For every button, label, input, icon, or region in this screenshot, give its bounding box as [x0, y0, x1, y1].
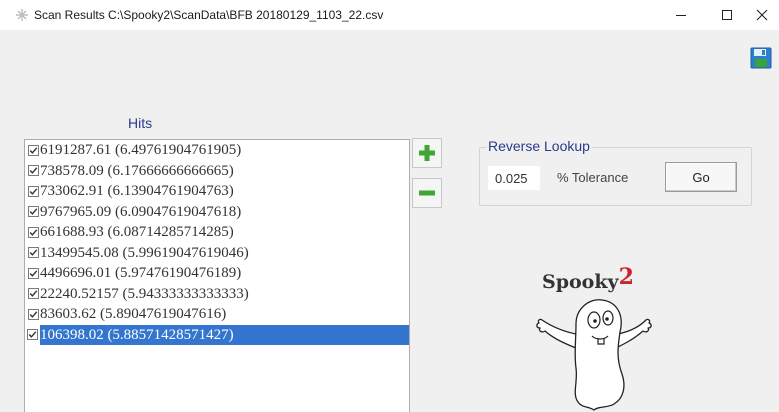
minimize-button[interactable] [658, 0, 704, 30]
hit-row[interactable]: 6191287.61 (6.49761904761905) [25, 140, 409, 161]
title-bar: Scan Results C:\Spooky2\ScanData\BFB 201… [0, 0, 779, 30]
hit-row[interactable]: 9767965.09 (6.09047619047618) [25, 202, 409, 223]
close-button[interactable] [744, 0, 779, 30]
hits-list[interactable]: 6191287.61 (6.49761904761905) 738578.09 (… [24, 139, 410, 412]
checkmark-icon [27, 267, 39, 279]
tolerance-input[interactable] [488, 166, 540, 190]
hit-checkbox[interactable] [27, 246, 39, 259]
logo-number: 2 [618, 264, 634, 290]
maximize-icon [722, 10, 732, 20]
hit-text: 22240.52157 (5.94333333333333) [40, 285, 249, 302]
hit-checkbox[interactable] [27, 205, 39, 218]
checkmark-icon [27, 206, 39, 218]
hit-checkbox[interactable] [27, 226, 39, 239]
hit-checkbox[interactable] [27, 328, 39, 341]
hit-checkbox[interactable] [27, 144, 39, 157]
hit-text: 738578.09 (6.17666666666665) [40, 162, 234, 179]
hit-text: 83603.62 (5.89047619047616) [40, 306, 227, 322]
hit-text: 661688.93 (6.08714285714285) [40, 224, 234, 240]
save-button[interactable] [749, 46, 773, 70]
checkmark-icon [27, 226, 39, 238]
checkmark-icon [27, 185, 39, 197]
tolerance-label: % Tolerance [557, 170, 629, 185]
checkmark-icon [27, 329, 39, 341]
hit-text: 13499545.08 (5.99619047619046) [40, 244, 249, 261]
plus-icon [419, 145, 435, 161]
hit-checkbox[interactable] [27, 164, 39, 177]
hit-checkbox[interactable] [27, 287, 39, 300]
hit-row[interactable]: 13499545.08 (5.99619047619046) [25, 243, 409, 264]
hit-checkbox[interactable] [27, 267, 39, 280]
hit-row[interactable]: 83603.62 (5.89047619047616) [25, 304, 409, 325]
minus-icon [419, 190, 435, 196]
checkmark-icon [27, 288, 39, 300]
window-title: Scan Results C:\Spooky2\ScanData\BFB 201… [34, 8, 384, 22]
hit-text: 106398.02 (5.88571428571427) [39, 324, 409, 345]
hit-text: 733062.91 (6.13904761904763) [40, 183, 234, 199]
hit-row[interactable]: 661688.93 (6.08714285714285) [25, 222, 409, 243]
hit-row[interactable]: 106398.02 (5.88571428571427) [25, 324, 409, 345]
hits-label: Hits [128, 115, 153, 131]
hit-row[interactable]: 4496696.01 (5.97476190476189) [25, 263, 409, 284]
add-hit-button[interactable] [412, 138, 442, 168]
remove-hit-button[interactable] [412, 178, 442, 208]
close-icon [756, 9, 767, 21]
hit-row[interactable]: 733062.91 (6.13904761904763) [25, 181, 409, 202]
hit-text: 6191287.61 (6.49761904761905) [40, 142, 242, 158]
hit-row[interactable]: 22240.52157 (5.94333333333333) [25, 284, 409, 305]
spooky2-logo: Spooky2 [532, 264, 672, 412]
reverse-lookup-label: Reverse Lookup [486, 138, 592, 154]
hit-checkbox[interactable] [27, 185, 39, 198]
logo-text: Spooky2 [542, 264, 634, 294]
checkmark-icon [27, 165, 39, 177]
checkmark-icon [27, 144, 39, 156]
logo-word: Spooky [542, 271, 619, 293]
go-button[interactable]: Go [665, 162, 737, 192]
app-icon [16, 9, 28, 21]
minimize-icon [676, 15, 686, 16]
hit-text: 4496696.01 (5.97476190476189) [40, 265, 242, 281]
checkmark-icon [27, 247, 39, 259]
hit-text: 9767965.09 (6.09047619047618) [40, 203, 242, 220]
save-disk-icon [750, 47, 772, 69]
hit-checkbox[interactable] [27, 308, 39, 321]
hit-row[interactable]: 738578.09 (6.17666666666665) [25, 161, 409, 182]
ghost-mascot-icon [536, 299, 652, 411]
checkmark-icon [27, 308, 39, 320]
